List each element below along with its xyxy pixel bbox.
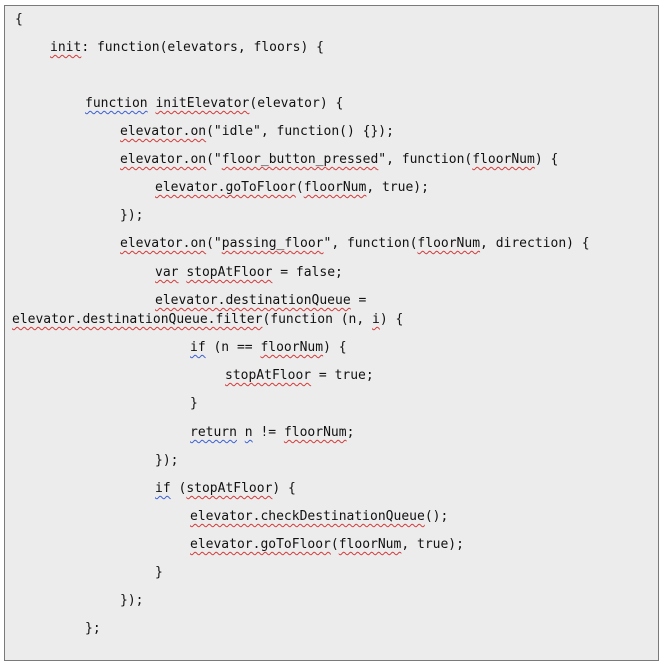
code-line: { <box>15 12 23 28</box>
code-token: function <box>85 96 148 111</box>
code-token: } <box>155 565 163 580</box>
code-token: if <box>190 340 206 355</box>
code-token: ) { <box>534 152 559 167</box>
code-token: (elevator) { <box>249 96 344 111</box>
code-token: (" <box>206 236 222 251</box>
code-token: ( <box>330 537 339 552</box>
code-token: elevator.on <box>120 124 207 139</box>
code-token: elevator.on <box>120 236 207 251</box>
code-token: elevator.destinationQueue.filter <box>12 312 263 327</box>
code-token: = false; <box>272 265 343 280</box>
code-line: elevator.destinationQueue.filter(functio… <box>12 312 403 328</box>
code-token: } <box>190 396 198 411</box>
code-token: , true); <box>401 537 464 552</box>
code-token: return <box>190 425 237 440</box>
code-line: } <box>190 396 198 412</box>
code-token: ( <box>170 481 187 496</box>
code-token: }); <box>120 208 144 223</box>
code-token: init <box>50 40 82 55</box>
code-token: (function (n, <box>262 312 373 327</box>
code-token: : function(elevators, floors) { <box>81 40 324 55</box>
code-token: initElevator <box>155 96 250 111</box>
code-line: var stopAtFloor = false; <box>155 265 343 281</box>
code-token: stopAtFloor <box>186 481 273 496</box>
code-line: } <box>155 565 163 581</box>
code-token: elevator.checkDestinationQueue <box>190 509 425 524</box>
code-token: elevator.goToFloor <box>190 537 331 552</box>
code-line: }); <box>120 208 143 224</box>
code-token: if <box>155 481 171 496</box>
code-block: { init: function(elevators, floors) { func… <box>4 5 659 661</box>
code-token: , direction) { <box>480 236 590 251</box>
code-token: , true); <box>366 180 429 195</box>
code-token: ) { <box>379 312 404 327</box>
code-token: floorNum <box>303 180 367 195</box>
code-token: floorNum <box>283 425 347 440</box>
code-token: = true; <box>311 368 374 383</box>
code-token: elevator.on <box>120 152 207 167</box>
code-line: }); <box>120 593 143 609</box>
code-line: }); <box>155 453 178 469</box>
code-token: { <box>15 12 23 27</box>
code-token: floorNum <box>260 340 324 355</box>
code-token: ; <box>346 425 355 440</box>
code-token: }); <box>155 453 179 468</box>
code-token: floorNum <box>338 537 402 552</box>
code-line: elevator.on("floor_button_pressed", func… <box>120 152 558 168</box>
code-token: floorNum <box>417 236 481 251</box>
code-line: if (stopAtFloor) { <box>155 481 296 497</box>
code-token: var <box>155 265 179 280</box>
code-token: floorNum <box>472 152 535 167</box>
code-line: stopAtFloor = true; <box>225 368 374 384</box>
code-token: }); <box>120 593 144 608</box>
code-token: elevator.destinationQueue <box>155 293 351 308</box>
code-token: }; <box>85 621 101 636</box>
code-line: elevator.on("idle", function() {}); <box>120 124 394 140</box>
code-token: passing_floor <box>221 236 324 251</box>
code-token: ) { <box>272 481 296 496</box>
code-line: return n != floorNum; <box>190 425 354 441</box>
code-token: (); <box>424 509 449 524</box>
code-line: elevator.goToFloor(floorNum, true); <box>190 537 464 553</box>
code-token: ("idle", function() {}); <box>206 124 394 139</box>
code-line: elevator.on("passing_floor", function(fl… <box>120 236 590 252</box>
code-line: }; <box>85 621 101 637</box>
code-token: stopAtFloor <box>225 368 312 383</box>
code-token: ", function( <box>323 236 418 251</box>
code-token: ", function( <box>378 152 473 167</box>
code-token: = <box>350 293 367 308</box>
code-token: (n == <box>205 340 261 355</box>
code-token: floor_button_pressed <box>221 152 379 167</box>
code-line: elevator.checkDestinationQueue(); <box>190 509 448 525</box>
code-line: if (n == floorNum) { <box>190 340 347 356</box>
code-token: ( <box>295 180 304 195</box>
code-token: != <box>252 425 284 440</box>
code-token: stopAtFloor <box>186 265 273 280</box>
code-line: elevator.goToFloor(floorNum, true); <box>155 180 429 196</box>
code-line: elevator.destinationQueue = <box>155 293 366 309</box>
code-token: (" <box>206 152 222 167</box>
code-line: function initElevator(elevator) { <box>85 96 343 112</box>
code-token: elevator.goToFloor <box>155 180 296 195</box>
code-line: init: function(elevators, floors) { <box>50 40 324 56</box>
code-token: n <box>244 425 253 440</box>
code-token: ) { <box>323 340 347 355</box>
code-token: i <box>372 312 380 327</box>
